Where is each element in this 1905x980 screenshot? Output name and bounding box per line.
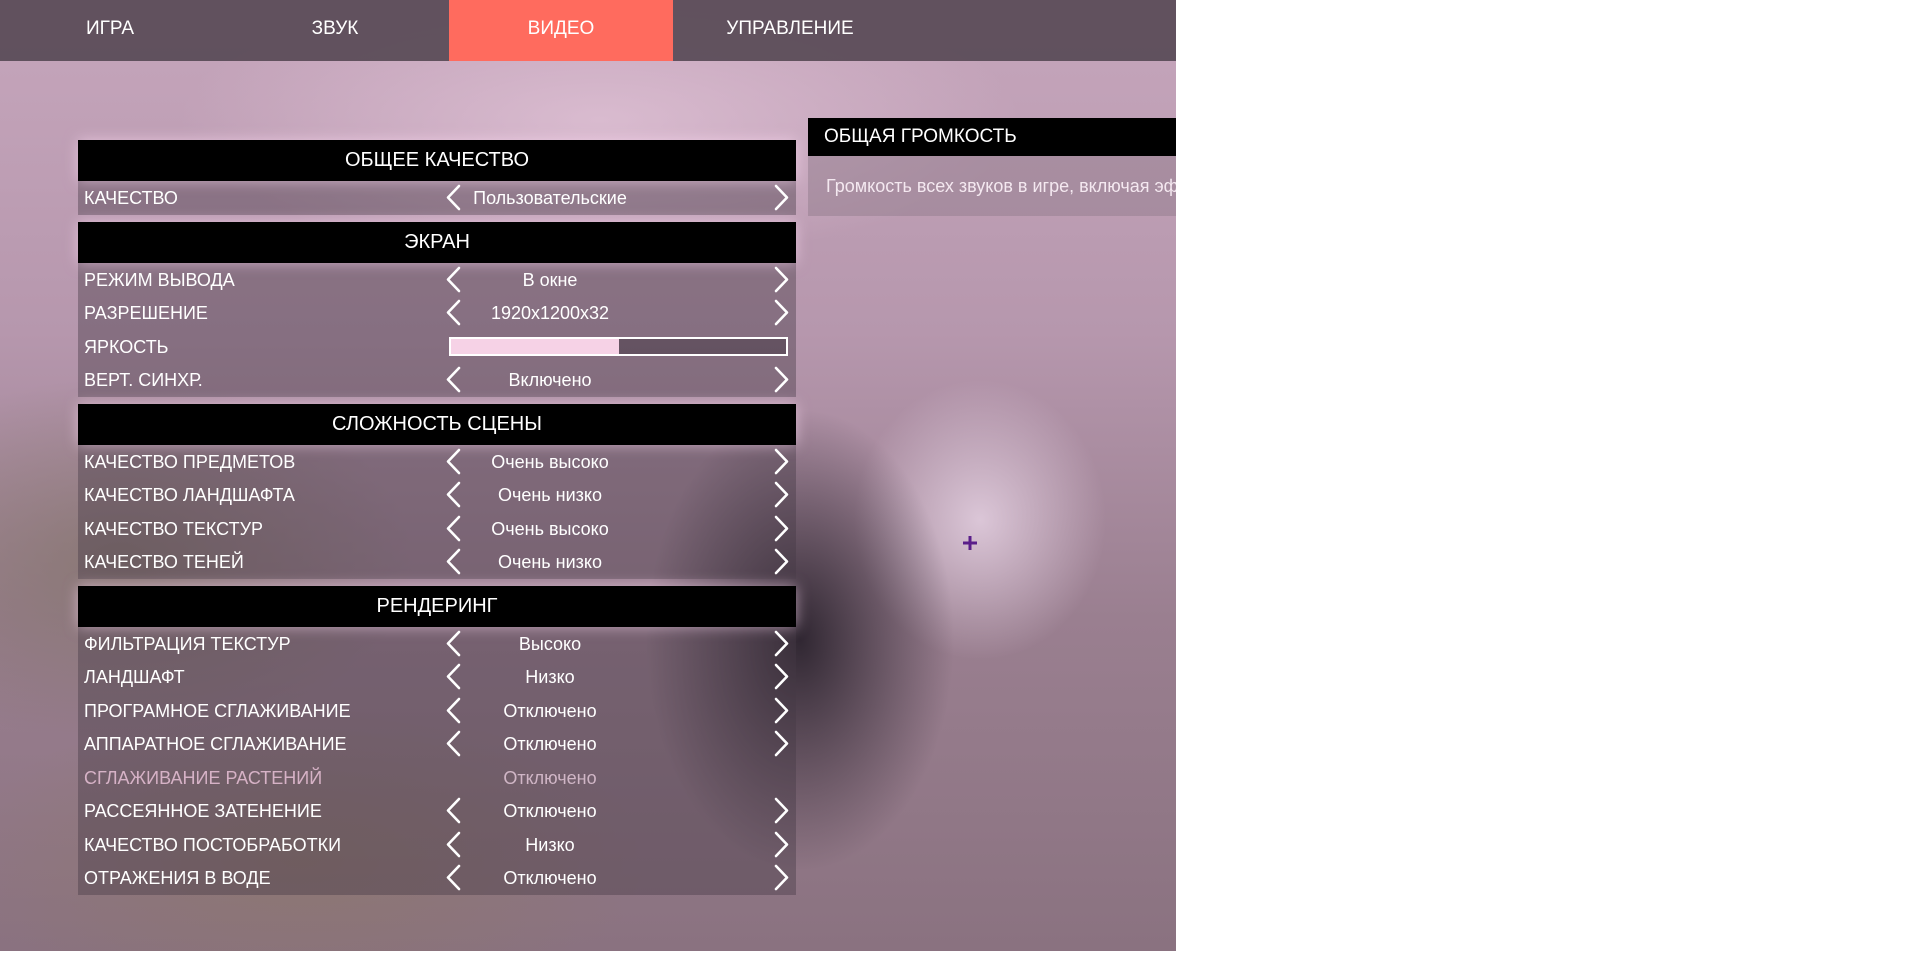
setting-value: Пользовательские xyxy=(473,188,627,208)
setting-row: КАЧЕСТВО ПРЕДМЕТОВ Очень высоко xyxy=(78,445,796,479)
setting-value: Отключено xyxy=(503,767,597,788)
setting-label: КАЧЕСТВО ТЕКСТУР xyxy=(84,518,264,539)
setting-label: КАЧЕСТВО xyxy=(84,188,178,208)
info-description: Громкость всех звуков в игре, включая эф xyxy=(808,156,1176,216)
chevron-right-icon[interactable] xyxy=(768,729,794,758)
chevron-right-icon[interactable] xyxy=(768,365,794,394)
tab-game[interactable]: ИГРА xyxy=(40,0,180,61)
setting-row: РЕЖИМ ВЫВОДА В окне xyxy=(78,263,796,297)
setting-label: СГЛАЖИВАНИЕ РАСТЕНИЙ xyxy=(84,767,323,788)
setting-row: КАЧЕСТВО ТЕНЕЙ Очень низко xyxy=(78,545,796,579)
setting-label: КАЧЕСТВО ПРЕДМЕТОВ xyxy=(84,451,296,472)
section-rows: КАЧЕСТВО Пользовательские xyxy=(78,181,796,215)
setting-label: ОТРАЖЕНИЯ В ВОДЕ xyxy=(84,868,271,888)
brightness-slider[interactable] xyxy=(449,336,788,356)
section-header: РЕНДЕРИНГ xyxy=(78,585,796,627)
setting-row: ВЕРТ. СИНХР. Включено xyxy=(78,363,796,397)
video-settings-panel: ОБЩЕЕ КАЧЕСТВО КАЧЕСТВО Пользовательские ЭК… xyxy=(78,140,796,895)
section-header: СЛОЖНОСТЬ СЦЕНЫ xyxy=(78,403,796,445)
setting-row: ФИЛЬТРАЦИЯ ТЕКСТУР Высоко xyxy=(78,627,796,661)
tab-controls[interactable]: УПРАВЛЕНИЕ xyxy=(710,0,870,61)
setting-row: РАЗРЕШЕНИЕ 1920x1200x32 xyxy=(78,296,796,330)
setting-value: Очень низко xyxy=(497,552,603,572)
setting-value: Очень высоко xyxy=(491,451,609,472)
setting-row: ЯРКОСТЬ xyxy=(78,330,796,364)
setting-value: Отключено xyxy=(503,868,597,888)
setting-row: КАЧЕСТВО ТЕКСТУР Очень высоко xyxy=(78,512,796,546)
setting-label: ВЕРТ. СИНХР. xyxy=(84,370,203,390)
section-rows: РЕЖИМ ВЫВОДА В окне РАЗРЕШЕНИЕ 1920x1200x32… xyxy=(78,262,796,397)
setting-value: В окне xyxy=(522,269,578,290)
chevron-right-icon[interactable] xyxy=(768,629,794,658)
setting-row: ЛАНДШАФТ Низко xyxy=(78,660,796,694)
setting-label: КАЧЕСТВО ТЕНЕЙ xyxy=(84,552,244,572)
setting-value: Высоко xyxy=(518,633,582,654)
chevron-right-icon[interactable] xyxy=(768,514,794,543)
setting-value: Очень высоко xyxy=(491,518,609,539)
setting-value: Низко xyxy=(525,834,575,855)
setting-label: ФИЛЬТРАЦИЯ ТЕКСТУР xyxy=(84,633,291,654)
chevron-right-icon[interactable] xyxy=(768,696,794,725)
setting-value: Включено xyxy=(508,370,592,390)
setting-row: ОТРАЖЕНИЯ В ВОДЕ Отключено xyxy=(78,861,796,895)
section-header: ЭКРАН xyxy=(78,221,796,263)
setting-row: РАССЕЯННОЕ ЗАТЕНЕНИЕ Отключено xyxy=(78,794,796,828)
chevron-right-icon[interactable] xyxy=(768,447,794,476)
setting-value: Низко xyxy=(525,667,575,687)
section-rows: ФИЛЬТРАЦИЯ ТЕКСТУР Высоко ЛАНДШАФТ Низко ПРО… xyxy=(78,626,796,895)
setting-value: Отключено xyxy=(503,734,597,754)
setting-value: Очень низко xyxy=(497,485,603,505)
setting-label: КАЧЕСТВО ПОСТОБРАБОТКИ xyxy=(84,834,342,855)
chevron-right-icon[interactable] xyxy=(768,183,794,212)
chevron-right-icon[interactable] xyxy=(768,547,794,576)
game-viewport: ИГРА ЗВУК ВИДЕО УПРАВЛЕНИЕ ОБЩЕЕ КАЧЕСТВ… xyxy=(0,0,1176,951)
chevron-right-icon[interactable] xyxy=(768,662,794,691)
setting-row: АППАРАТНОЕ СГЛАЖИВАНИЕ Отключено xyxy=(78,727,796,761)
slider-fill xyxy=(451,338,619,354)
section-rows: КАЧЕСТВО ПРЕДМЕТОВ Очень высоко КАЧЕСТВО Л… xyxy=(78,444,796,579)
chevron-right-icon[interactable] xyxy=(768,480,794,509)
setting-label: ЛАНДШАФТ xyxy=(84,667,185,687)
setting-value: Отключено xyxy=(503,801,597,821)
setting-value: 1920x1200x32 xyxy=(490,303,610,323)
chevron-right-icon[interactable] xyxy=(768,863,794,892)
setting-label: ПРОГРАМНОЕ СГЛАЖИВАНИЕ xyxy=(84,700,351,721)
section-header: ОБЩЕЕ КАЧЕСТВО xyxy=(78,140,796,181)
tab-video[interactable]: ВИДЕО xyxy=(449,0,673,61)
chevron-right-icon[interactable] xyxy=(768,830,794,859)
setting-label: РЕЖИМ ВЫВОДА xyxy=(84,269,235,290)
setting-value: Отключено xyxy=(503,700,597,721)
chevron-right-icon[interactable] xyxy=(768,298,794,327)
setting-row: ПРОГРАМНОЕ СГЛАЖИВАНИЕ Отключено xyxy=(78,694,796,728)
setting-row: СГЛАЖИВАНИЕ РАСТЕНИЙ Отключено xyxy=(78,761,796,795)
setting-label: РАССЕЯННОЕ ЗАТЕНЕНИЕ xyxy=(84,801,322,821)
setting-label: КАЧЕСТВО ЛАНДШАФТА xyxy=(84,485,295,505)
crosshair-icon xyxy=(963,536,977,550)
setting-label: ЯРКОСТЬ xyxy=(84,336,169,357)
chevron-right-icon[interactable] xyxy=(768,796,794,825)
setting-row: КАЧЕСТВО Пользовательские xyxy=(78,181,796,215)
setting-label: РАЗРЕШЕНИЕ xyxy=(84,303,208,323)
setting-row: КАЧЕСТВО ЛАНДШАФТА Очень низко xyxy=(78,478,796,512)
info-title: ОБЩАЯ ГРОМКОСТЬ xyxy=(808,118,1176,156)
setting-row: КАЧЕСТВО ПОСТОБРАБОТКИ Низко xyxy=(78,828,796,862)
setting-label: АППАРАТНОЕ СГЛАЖИВАНИЕ xyxy=(84,734,347,754)
tab-sound[interactable]: ЗВУК xyxy=(265,0,405,61)
chevron-right-icon[interactable] xyxy=(768,265,794,294)
tab-bar: ИГРА ЗВУК ВИДЕО УПРАВЛЕНИЕ xyxy=(0,0,1176,61)
